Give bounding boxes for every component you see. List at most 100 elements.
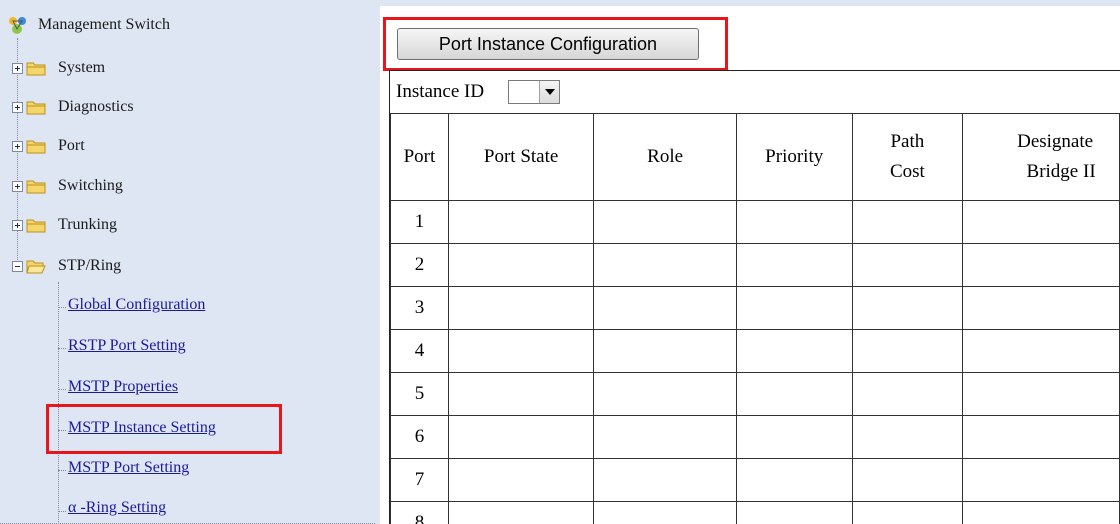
table-cell <box>447 200 595 244</box>
tree-connector <box>58 282 59 524</box>
tree-root-label: Management Switch <box>38 16 170 33</box>
table-cell <box>851 501 964 524</box>
table-cell <box>851 200 964 244</box>
col-header-port-state: Port State <box>447 113 595 201</box>
sidebar-item-stp-ring[interactable]: STP/Ring <box>12 254 121 278</box>
table-cell <box>447 501 595 524</box>
tree-root[interactable]: Management Switch <box>8 14 170 36</box>
table-cell <box>962 501 1120 524</box>
sidebar-item-switching[interactable]: Switching <box>12 174 123 198</box>
link-rstp-port-setting[interactable]: RSTP Port Setting <box>68 337 186 355</box>
table-cell <box>962 200 1120 244</box>
port-number-cell: 8 <box>390 501 449 524</box>
table-cell <box>593 458 737 502</box>
col-header-path-cost-line2: Cost <box>889 161 925 182</box>
table-cell <box>593 286 737 330</box>
folder-icon <box>26 140 46 154</box>
link-mstp-properties[interactable]: MSTP Properties <box>68 378 178 396</box>
table-cell <box>962 329 1120 373</box>
col-header-path-cost: Path Cost <box>851 113 964 201</box>
sidebar-item-label: System <box>58 59 106 76</box>
table-cell <box>962 372 1120 416</box>
sidebar-item-label: Trunking <box>58 216 117 233</box>
sidebar-item-label: Diagnostics <box>58 98 134 115</box>
table-cell <box>735 243 853 287</box>
table-cell <box>962 458 1120 502</box>
table-cell <box>851 415 964 459</box>
navigation-tree: Management Switch System Diagnostics Por… <box>0 0 375 524</box>
table-row: 4 <box>390 329 1120 373</box>
dropdown-button[interactable] <box>539 81 560 103</box>
table-cell <box>735 286 853 330</box>
link-mstp-port-setting[interactable]: MSTP Port Setting <box>68 459 189 477</box>
port-number-cell: 5 <box>390 372 449 416</box>
port-instance-table: Port Port State Role Priority Path Cost … <box>390 113 1120 524</box>
expand-icon[interactable] <box>12 219 23 231</box>
port-number-cell: 1 <box>390 200 449 244</box>
col-header-designated-line2: Bridge II <box>1026 161 1096 182</box>
expand-icon[interactable] <box>12 180 23 192</box>
expand-icon[interactable] <box>12 62 23 74</box>
table-cell <box>447 458 595 502</box>
col-header-designated-bridge: Designate Bridge II <box>962 113 1120 201</box>
table-row: 8 <box>390 501 1120 524</box>
tree-connector <box>58 389 66 390</box>
tree-connector <box>58 470 66 471</box>
table-cell <box>593 243 737 287</box>
expand-icon[interactable] <box>12 101 23 113</box>
table-row: 1 <box>390 200 1120 244</box>
collapse-icon[interactable] <box>12 260 23 272</box>
highlight-box-config-button <box>383 17 728 71</box>
content-frame: Port Instance Configuration Instance ID … <box>375 0 1120 524</box>
table-cell <box>735 372 853 416</box>
col-header-port: Port <box>390 113 449 201</box>
port-number-cell: 3 <box>390 286 449 330</box>
table-cell <box>735 415 853 459</box>
folder-icon <box>26 62 46 76</box>
sidebar-item-system[interactable]: System <box>12 56 105 80</box>
table-cell <box>447 329 595 373</box>
table-cell <box>851 372 964 416</box>
port-number-cell: 4 <box>390 329 449 373</box>
table-cell <box>851 286 964 330</box>
instance-id-label: Instance ID <box>396 81 485 102</box>
table-cell <box>447 372 595 416</box>
instance-row: Instance ID <box>390 71 1120 113</box>
table-cell <box>735 329 853 373</box>
link-global-configuration[interactable]: Global Configuration <box>68 296 205 314</box>
table-cell <box>447 415 595 459</box>
table-cell <box>593 501 737 524</box>
sidebar-item-port[interactable]: Port <box>12 134 85 158</box>
table-cell <box>593 200 737 244</box>
folder-icon <box>26 180 46 194</box>
table-cell <box>593 372 737 416</box>
table-row: 7 <box>390 458 1120 502</box>
sidebar-item-label: STP/Ring <box>58 257 122 274</box>
col-header-priority: Priority <box>735 113 853 201</box>
table-cell <box>735 458 853 502</box>
open-folder-icon <box>26 260 46 274</box>
chevron-down-icon <box>544 89 555 95</box>
folder-icon <box>26 219 46 233</box>
table-cell <box>593 415 737 459</box>
expand-icon[interactable] <box>12 140 23 152</box>
table-cell <box>851 458 964 502</box>
table-cell <box>447 243 595 287</box>
table-cell <box>447 286 595 330</box>
folder-icon <box>26 101 46 115</box>
sidebar-item-label: Port <box>58 137 85 154</box>
table-cell <box>735 501 853 524</box>
table-cell <box>735 200 853 244</box>
col-header-role: Role <box>593 113 737 201</box>
link-alpha-ring-setting[interactable]: α -Ring Setting <box>68 499 166 517</box>
sidebar-item-diagnostics[interactable]: Diagnostics <box>12 95 134 119</box>
table-cell <box>962 243 1120 287</box>
tree-connector <box>58 307 66 308</box>
table-cell <box>962 286 1120 330</box>
table-header-row: Port Port State Role Priority Path Cost … <box>390 113 1120 201</box>
instance-id-select[interactable] <box>508 80 561 104</box>
port-number-cell: 2 <box>390 243 449 287</box>
table-row: 3 <box>390 286 1120 330</box>
instance-id-value <box>509 81 539 103</box>
sidebar-item-trunking[interactable]: Trunking <box>12 213 117 237</box>
